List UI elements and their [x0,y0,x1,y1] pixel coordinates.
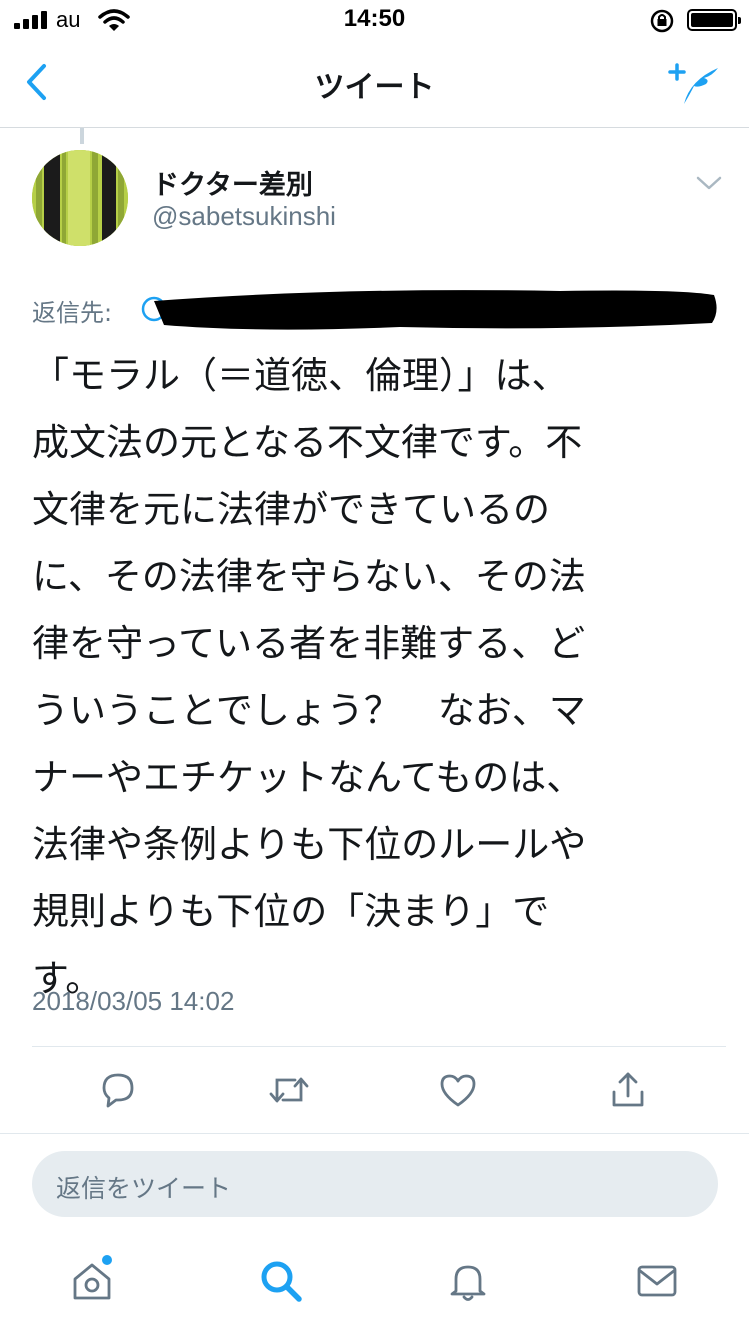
reply-input[interactable]: 返信をツイート [32,1151,718,1217]
thread-connector [80,128,84,144]
divider [32,1046,726,1047]
navigation-bar: ツイート [0,40,749,128]
page-title: ツイート [314,70,435,105]
bell-icon [450,1265,486,1301]
avatar-image [32,150,128,246]
reply-to-label: 返信先: [32,299,113,327]
avatar[interactable] [32,150,128,246]
display-name[interactable]: ドクター差別 [152,163,313,202]
tab-search[interactable] [257,1256,305,1306]
envelope-icon [637,1265,677,1297]
battery-icon [687,9,741,31]
reply-button[interactable] [94,1068,142,1112]
tweet-text: 「モラル（＝道徳、倫理）」は、 成文法の元となる不文律です。不 文律を元に法律が… [32,354,587,1000]
rotation-lock-icon [650,9,674,33]
heart-icon [440,1074,476,1107]
status-time: 14:50 [343,5,406,32]
retweet-icon [269,1077,309,1103]
compose-tweet-icon[interactable] [666,60,722,108]
chevron-down-icon[interactable] [695,174,723,192]
tweet-timestamp[interactable]: 2018/03/05 14:02 [32,986,234,1017]
status-bar: au 14:50 [0,0,749,40]
divider [0,1133,749,1134]
retweet-button[interactable] [265,1068,313,1112]
tweet-action-bar [0,1060,749,1120]
username[interactable]: @sabetsukinshi [152,201,336,232]
share-button[interactable] [604,1068,652,1112]
reply-icon [102,1073,134,1108]
reply-placeholder: 返信をツイート [56,1174,232,1203]
home-icon [73,1263,111,1300]
share-icon [612,1072,644,1107]
tab-notifications[interactable] [444,1256,492,1306]
like-button[interactable] [434,1068,482,1112]
search-icon [261,1261,302,1302]
tab-messages[interactable] [633,1256,681,1306]
redaction-mark [141,290,717,330]
home-notification-dot [102,1255,112,1265]
tab-bar [0,1240,749,1331]
